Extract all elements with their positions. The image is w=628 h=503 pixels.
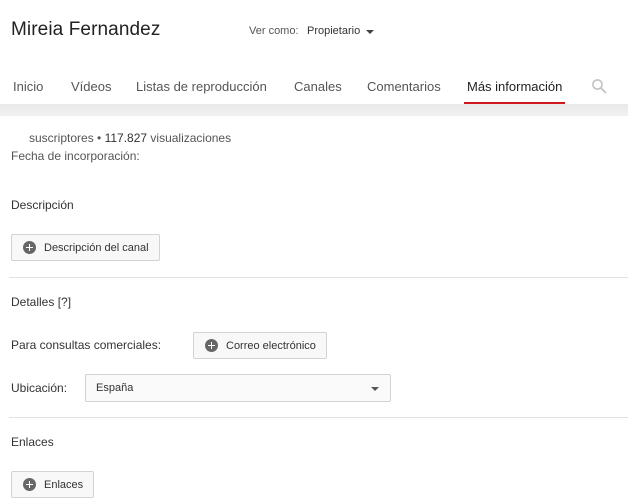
channel-title: Mireia Fernandez: [11, 19, 161, 40]
stats-prefix: suscriptores •: [29, 131, 105, 145]
tab-playlists[interactable]: Listas de reproducción: [136, 79, 267, 104]
view-as-label: Ver como:: [249, 25, 299, 37]
email-button[interactable]: Correo electrónico: [193, 332, 327, 359]
tab-about[interactable]: Más información: [463, 79, 566, 105]
tab-inicio[interactable]: Inicio: [13, 79, 43, 104]
channel-header: Mireia Fernandez Ver como: Propietario I…: [0, 0, 628, 105]
description-heading: Descripción: [11, 198, 74, 212]
details-heading: Detalles [?]: [11, 295, 72, 309]
channel-stats: suscriptores • 117.827 visualizaciones: [29, 131, 231, 145]
tab-channels[interactable]: Canales: [294, 79, 342, 104]
caret-down-icon: [366, 29, 375, 34]
email-button-label: Correo electrónico: [226, 339, 316, 352]
plus-circle-icon: [23, 478, 36, 491]
business-inquiries-label: Para consultas comerciales:: [11, 338, 162, 352]
channel-tabs: Inicio Vídeos Listas de reproducción Can…: [0, 74, 628, 105]
links-heading: Enlaces: [11, 435, 54, 449]
section-divider: [9, 277, 628, 278]
tab-comments[interactable]: Comentarios: [367, 79, 441, 104]
caret-down-icon: [371, 387, 379, 391]
plus-circle-icon: [205, 339, 218, 352]
links-button[interactable]: Enlaces: [11, 471, 95, 498]
channel-description-button-label: Descripción del canal: [44, 241, 149, 254]
links-button-label: Enlaces: [44, 478, 84, 491]
header-separator: [0, 104, 628, 116]
location-select[interactable]: España: [85, 374, 391, 402]
view-as-dropdown[interactable]: Propietario: [307, 25, 375, 37]
about-panel: suscriptores • 117.827 visualizaciones F…: [0, 116, 628, 503]
location-value: España: [96, 382, 134, 394]
location-label: Ubicación:: [11, 381, 68, 395]
views-count: 117.827: [104, 131, 148, 145]
view-as-value: Propietario: [307, 25, 361, 37]
plus-circle-icon: [23, 241, 36, 254]
views-label: visualizaciones: [147, 131, 232, 145]
section-divider: [9, 417, 628, 418]
joined-date-label: Fecha de incorporación:: [11, 149, 140, 163]
channel-description-button[interactable]: Descripción del canal: [11, 234, 160, 261]
search-icon[interactable]: [591, 78, 607, 94]
tab-videos[interactable]: Vídeos: [71, 79, 111, 104]
